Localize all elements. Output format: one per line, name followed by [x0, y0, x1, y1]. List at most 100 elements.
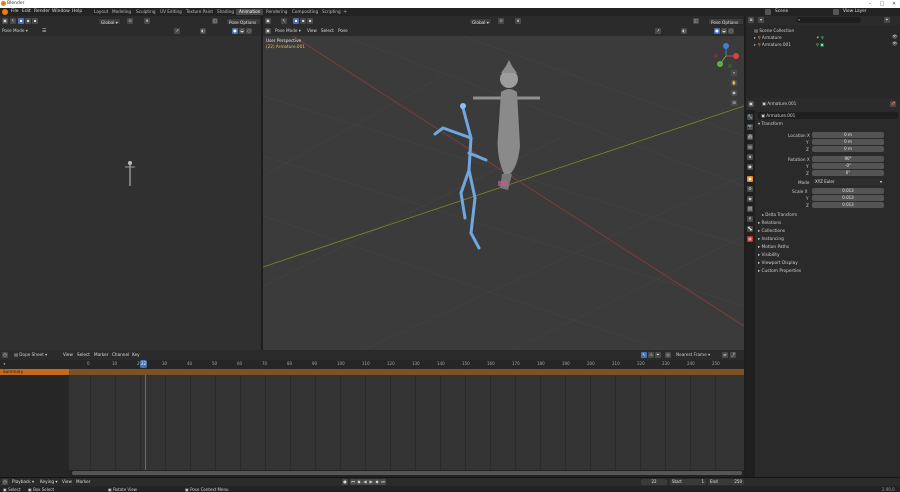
overlay-icon[interactable]: ◐	[681, 28, 687, 34]
start-frame-field[interactable]: Start 1	[670, 479, 706, 485]
pan-icon[interactable]: ✋	[731, 80, 737, 86]
tab-sculpting[interactable]: Sculpting	[133, 9, 159, 15]
menu-view[interactable]: View	[307, 28, 317, 33]
tab-modeling[interactable]: Modeling	[109, 9, 134, 15]
gizmo-icon[interactable]: ↗	[655, 28, 661, 34]
scale-z-field[interactable]: 0.013	[812, 202, 884, 208]
filter-icon[interactable]: ⏷	[884, 17, 890, 23]
menu-marker[interactable]: Marker	[94, 352, 108, 357]
mode-dropdown[interactable]: Pose Mode ▾	[275, 28, 301, 33]
main-viewport[interactable]: User Perspective (22) Armature.001 ⌕ ✋ ◉…	[263, 36, 744, 350]
xray-icon[interactable]: ◫	[693, 18, 699, 24]
rotation-z-field[interactable]: 0°	[812, 170, 884, 176]
object-tab-icon[interactable]: ▣	[747, 176, 753, 182]
panel-collections[interactable]: ▸ Collections	[758, 229, 785, 234]
scene-name[interactable]: Scene	[775, 9, 788, 14]
view-layer-name[interactable]: View Layer	[843, 9, 867, 14]
editor-type-icon[interactable]: ▣	[2, 18, 8, 24]
snap-icon[interactable]: ⋔	[515, 18, 521, 24]
bone-tab-icon[interactable]: 🦴	[747, 226, 753, 232]
left-viewport[interactable]	[0, 36, 261, 350]
panel-viewport-display[interactable]: ▸ Viewport Display	[758, 261, 798, 266]
render-shading-icon[interactable]: ○	[246, 28, 252, 34]
visibility-eye-icon[interactable]: 👁	[892, 35, 898, 40]
outliner-item-armature[interactable]: ▸ ⚲ Armature	[754, 35, 782, 40]
rotation-mode-dropdown[interactable]: XYZ Euler ▾	[812, 179, 884, 185]
select-box-icon[interactable]: ▪	[18, 18, 24, 24]
editor-mode-dropdown[interactable]: ▤ Dope Sheet ▾	[14, 352, 47, 357]
output-tab-icon[interactable]: 🖨	[747, 134, 753, 140]
menu-channel[interactable]: Channel	[112, 352, 129, 357]
orientation-dropdown[interactable]: Global ▾	[98, 18, 121, 25]
render-shading-icon[interactable]: ○	[728, 28, 734, 34]
physics-tab-icon[interactable]: ◉	[747, 196, 753, 202]
record-icon[interactable]: ●	[342, 479, 348, 485]
view-layer-icon[interactable]	[833, 9, 839, 15]
tool-tab-icon[interactable]: 🔧	[747, 114, 753, 120]
tab-shading[interactable]: Shading	[214, 9, 237, 15]
scene-tab-icon[interactable]: ◈	[747, 154, 753, 160]
menu-select[interactable]: Select	[321, 28, 334, 33]
frame-ruler[interactable]: ⌕ 01020304050607080901001101201301401501…	[0, 360, 744, 369]
mode-dropdown[interactable]: Pose Mode ▾	[2, 28, 28, 33]
tab-rendering[interactable]: Rendering	[263, 9, 290, 15]
end-frame-field[interactable]: End 250	[708, 479, 744, 485]
only-selected-icon[interactable]: ↖	[641, 352, 647, 358]
menu-pose[interactable]: Pose	[338, 28, 348, 33]
menu-edit[interactable]: Edit	[22, 9, 31, 14]
editor-type-icon[interactable]: ≣	[748, 17, 754, 23]
jump-end-icon[interactable]: ⏭	[380, 479, 386, 485]
pose-options-dropdown[interactable]: Pose Options ▾	[226, 18, 261, 32]
data-tab-icon[interactable]: ⚲	[747, 216, 753, 222]
pose-options-dropdown[interactable]: Pose Options ▾	[708, 18, 744, 32]
interpolation-icon[interactable]: ⤴	[730, 352, 736, 358]
outliner-item-armature-001[interactable]: ▸ ⚲ Armature.001	[754, 42, 791, 47]
tab-compositing[interactable]: Compositing	[289, 9, 321, 15]
tab-texture-paint[interactable]: Texture Paint	[183, 9, 216, 15]
modifier-tab-icon[interactable]: ⚙	[747, 186, 753, 192]
orientation-dropdown[interactable]: Global ▾	[469, 18, 492, 25]
menu-keying[interactable]: Keying ▾	[40, 479, 58, 484]
material-shading-icon[interactable]: ◒	[721, 28, 727, 34]
menu-render[interactable]: Render	[34, 9, 50, 14]
current-frame-field[interactable]: 22	[641, 479, 667, 485]
show-errors-icon[interactable]: ⚠	[648, 352, 654, 358]
search-input[interactable]: ⌕	[796, 17, 861, 23]
filter-display-icon[interactable]: ▾	[758, 17, 764, 23]
camera-icon[interactable]: ◉	[731, 90, 737, 96]
menu-file[interactable]: File	[11, 9, 19, 14]
visibility-eye-icon[interactable]: 👁	[892, 42, 898, 47]
object-name-field[interactable]: ▣ Armature.001	[758, 112, 898, 119]
solid-shading-icon[interactable]: ●	[714, 28, 720, 34]
render-tab-icon[interactable]: 📷	[747, 124, 753, 130]
scene-collection[interactable]: ▤ Scene Collection	[754, 28, 794, 33]
menu-view[interactable]: View	[63, 352, 73, 357]
keyframe-area[interactable]	[69, 375, 744, 470]
editor-type-icon[interactable]: ◷	[2, 352, 8, 358]
menu-window[interactable]: Window	[52, 9, 70, 14]
navigation-gizmo[interactable]	[712, 42, 740, 70]
location-y-field[interactable]: 0 m	[812, 139, 884, 145]
close-icon[interactable]: ✕	[888, 0, 900, 8]
rotation-y-field[interactable]: -0°	[812, 163, 884, 169]
key-type-icon[interactable]: ⇄	[722, 352, 728, 358]
overlay-icon[interactable]: ◐	[200, 28, 206, 34]
texture-tab-icon[interactable]: ▦	[747, 236, 753, 242]
material-shading-icon[interactable]: ◒	[239, 28, 245, 34]
tool-icon[interactable]: ↖	[10, 18, 16, 24]
panel-motion-paths[interactable]: ▸ Motion Paths	[758, 245, 789, 250]
pivot-icon[interactable]: ⊙	[127, 18, 133, 24]
menu-help[interactable]: Help	[72, 9, 82, 14]
blender-menu-icon[interactable]	[2, 9, 8, 15]
menu-marker[interactable]: Marker	[76, 479, 90, 484]
minimize-icon[interactable]: –	[864, 0, 876, 8]
gizmo-icon[interactable]: ↗	[174, 28, 180, 34]
transform-panel-header[interactable]: ▾ Transform	[758, 122, 783, 127]
constraint-tab-icon[interactable]: ⛓	[747, 206, 753, 212]
snapping-dropdown[interactable]: Nearest Frame ▾	[676, 352, 710, 357]
filter-icon[interactable]: ⏷	[655, 352, 661, 358]
select-mode-icon[interactable]: ▪	[32, 18, 38, 24]
editor-type-icon[interactable]: ▣	[265, 18, 271, 24]
playhead-line[interactable]	[145, 375, 146, 470]
editor-type-icon[interactable]: ▣	[748, 101, 754, 107]
